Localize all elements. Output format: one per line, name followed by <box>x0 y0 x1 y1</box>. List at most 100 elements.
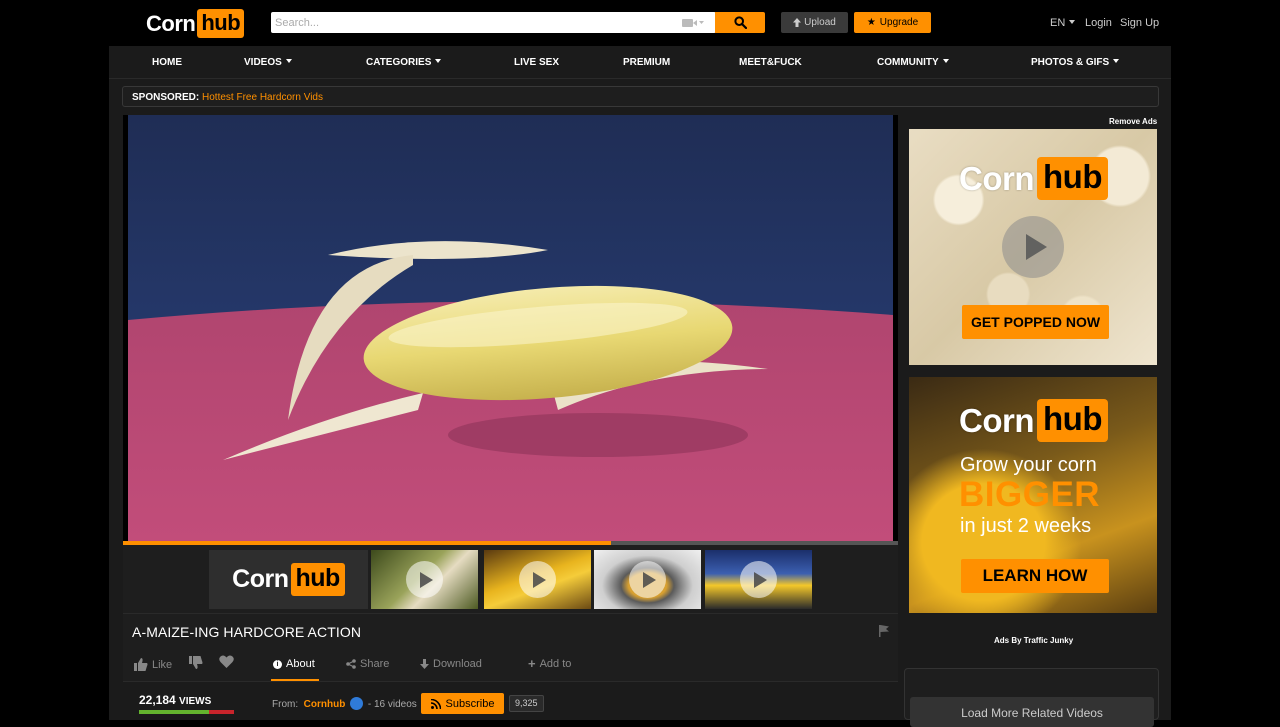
upload-button[interactable]: Upload <box>781 12 848 33</box>
view-count: 22,184 VIEWS <box>139 693 211 707</box>
download-label: Download <box>433 658 482 670</box>
subscribe-label: Subscribe <box>445 697 495 710</box>
ad-tagline-1: Grow your corn <box>960 454 1097 476</box>
video-camera-icon[interactable] <box>682 17 704 29</box>
nav-item-categories[interactable]: CATEGORIES <box>366 57 442 68</box>
upload-arrow-icon <box>793 18 802 27</box>
search-icon <box>733 16 747 29</box>
plus-icon: + <box>528 656 536 671</box>
logo-word-white: Corn <box>232 565 289 593</box>
tab-add-to[interactable]: + Add to <box>528 656 572 671</box>
related-thumb[interactable] <box>371 550 478 609</box>
chevron-down-icon <box>1069 20 1076 24</box>
logo-word-white: Corn <box>959 159 1035 197</box>
language-label: EN <box>1050 17 1066 29</box>
chevron-down-icon <box>435 59 442 63</box>
site-logo[interactable]: Corn hub <box>146 9 245 38</box>
views-label: VIEWS <box>179 696 212 707</box>
ad-logo: Corn hub <box>959 399 1108 442</box>
like-button[interactable]: Like <box>134 658 172 671</box>
logo-word-orange: hub <box>1037 399 1108 442</box>
upgrade-button[interactable]: ★ Upgrade <box>854 12 931 33</box>
nav-item-label: HOME <box>152 57 182 68</box>
tab-share[interactable]: Share <box>346 658 389 670</box>
nav-item-live-sex[interactable]: LIVE SEX <box>514 57 559 68</box>
nav-item-community[interactable]: COMMUNITY <box>877 57 949 68</box>
verified-icon <box>350 697 364 710</box>
tab-download[interactable]: Download <box>420 658 482 670</box>
nav-item-label: LIVE SEX <box>514 57 560 68</box>
related-videos-panel: Load More Related Videos <box>904 668 1159 727</box>
logo-word-white: Corn <box>959 401 1035 439</box>
ad-cta-button[interactable]: GET POPPED NOW <box>962 305 1109 339</box>
star-icon: ★ <box>866 17 876 28</box>
views-number: 22,184 <box>139 693 176 707</box>
main-nav: HOME VIDEOS CATEGORIES LIVE SEX PREMIUM … <box>109 46 1171 79</box>
ad-tagline-2: BIGGER <box>959 475 1101 514</box>
header: Cornhub Upload ★ Upgrade EN Lo <box>109 0 1171 46</box>
search-box <box>271 12 716 33</box>
ad-logo: Corn hub <box>959 157 1108 200</box>
ads-by-label: Ads By Traffic Junky <box>994 636 1074 645</box>
nav-item-home[interactable]: HOME <box>152 57 182 68</box>
channel-link[interactable]: Cornhub <box>304 699 346 710</box>
ad-banner-corn[interactable]: Corn hub Grow your corn BIGGER in just 2 … <box>909 377 1157 613</box>
thumbs-up-icon <box>134 658 148 671</box>
signup-link[interactable]: Sign Up <box>1120 17 1159 29</box>
chevron-down-icon <box>285 59 292 63</box>
share-label: Share <box>360 658 390 670</box>
nav-item-label: PREMIUM <box>623 57 671 68</box>
nav-item-meet[interactable]: MEET&FUCK <box>739 57 802 68</box>
share-icon <box>346 659 356 669</box>
subscribe-button[interactable]: Subscribe <box>421 693 504 714</box>
video-actions: Like i About Share Download + Add to <box>123 648 898 682</box>
subscriber-count: 9,325 <box>509 695 544 712</box>
login-link[interactable]: Login <box>1085 17 1112 29</box>
video-frame <box>128 115 893 542</box>
add-to-label: Add to <box>539 658 572 670</box>
nav-item-photos-gifs[interactable]: PHOTOS & GIFS <box>1031 57 1120 68</box>
upgrade-label: Upgrade <box>879 17 919 28</box>
nav-item-premium[interactable]: PREMIUM <box>623 57 670 68</box>
play-icon <box>406 561 443 598</box>
search-button[interactable] <box>715 12 765 33</box>
sponsored-bar: SPONSORED: Hottest Free Hardcorn Vids <box>122 86 1159 107</box>
remove-ads-link[interactable]: Remove Ads <box>1109 117 1157 126</box>
related-thumb[interactable] <box>594 550 701 609</box>
ad-banner-popcorn[interactable]: Corn hub GET POPPED NOW <box>909 129 1157 365</box>
about-label: About <box>286 658 315 670</box>
logo-word-orange: hub <box>197 9 245 38</box>
video-info: 22,184 VIEWS From: Cornhub - 16 videos S… <box>123 682 898 720</box>
nav-item-label: CATEGORIES <box>366 57 432 68</box>
strip-logo: Corn hub <box>209 550 368 609</box>
like-label: Like <box>152 658 173 671</box>
related-thumb[interactable] <box>705 550 812 609</box>
video-player[interactable] <box>123 115 898 545</box>
play-icon <box>629 561 666 598</box>
nav-item-label: COMMUNITY <box>877 57 939 68</box>
upload-label: Upload <box>804 17 836 28</box>
video-title: A-MAIZE-ING HARDCORE ACTION <box>132 624 362 640</box>
related-thumb[interactable] <box>484 550 591 609</box>
rating-fill <box>139 710 210 714</box>
thumbs-down-icon[interactable] <box>189 656 203 669</box>
related-strip: Corn hub <box>123 545 898 613</box>
play-icon <box>519 561 556 598</box>
logo-word-orange: hub <box>1037 157 1108 200</box>
ad-tagline-3: in just 2 weeks <box>960 515 1092 537</box>
flag-icon[interactable] <box>879 625 889 637</box>
chevron-down-icon <box>942 59 949 63</box>
load-more-button[interactable]: Load More Related Videos <box>910 697 1154 727</box>
heart-icon[interactable] <box>219 655 234 669</box>
channel-info: From: Cornhub - 16 videos <box>272 697 417 710</box>
tab-about[interactable]: i About <box>273 658 315 670</box>
from-label: From: <box>272 699 299 710</box>
sponsored-link[interactable]: Hottest Free Hardcorn Vids <box>202 92 323 103</box>
ad-cta-button[interactable]: LEARN HOW <box>961 559 1109 593</box>
language-selector[interactable]: EN <box>1050 17 1076 29</box>
nav-item-label: VIDEOS <box>244 57 282 68</box>
rating-bar <box>139 710 234 714</box>
nav-item-videos[interactable]: VIDEOS <box>244 57 292 68</box>
search-input[interactable] <box>271 12 671 33</box>
logo-word-orange: hub <box>290 563 345 596</box>
